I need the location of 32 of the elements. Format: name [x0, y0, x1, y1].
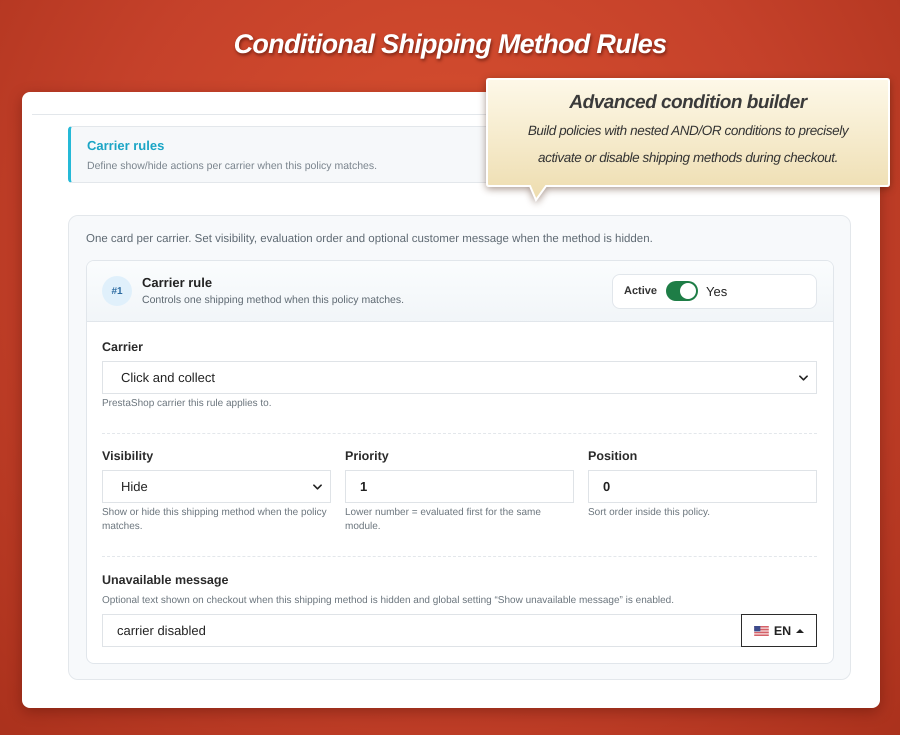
- caret-up-icon: [796, 628, 804, 632]
- field-label: Priority: [345, 448, 390, 465]
- help-text: Sort order inside this policy.: [588, 506, 712, 520]
- help-text: Lower number = evaluated first for the same module.: [345, 506, 542, 534]
- callout-text: Build policies with nested AND/OR conditions to precisely activate or disable shipping methods during checkout.: [526, 122, 850, 167]
- active-label: Active: [624, 285, 658, 297]
- toggle-switch[interactable]: [666, 281, 698, 301]
- input-field[interactable]: 1: [345, 470, 574, 503]
- section-subtitle: Define show/hide actions per carrier when this policy matches.: [87, 159, 378, 173]
- rule-title: Carrier rule: [142, 275, 214, 291]
- field-label: Position: [588, 448, 638, 465]
- message-input[interactable]: carrier disabled: [102, 614, 741, 647]
- chevron-down-icon: [313, 484, 322, 490]
- intro-text: One card per carrier. Set visibility, evaluation order and optional customer message when the method is hidden.: [86, 232, 654, 247]
- toggle-value: Yes: [706, 284, 728, 298]
- select-field[interactable]: Hide: [102, 470, 331, 503]
- flag-icon: [754, 626, 769, 636]
- help-text: Show or hide this shipping method when the policy matches.: [102, 506, 328, 534]
- field-label: Carrier: [102, 339, 144, 356]
- help-text: PrestaShop carrier this rule applies to.: [102, 397, 273, 411]
- field-label: Unavailable message: [102, 572, 230, 589]
- help-text: Optional text shown on checkout when this shipping method is hidden and global setting “Show unavailable message” is enabled.: [102, 594, 676, 608]
- input-field[interactable]: 0: [588, 470, 817, 503]
- rule-number-badge: #1: [102, 276, 132, 306]
- section-title: Carrier rules: [87, 138, 166, 154]
- chevron-down-icon: [799, 374, 808, 380]
- banner-title: Conditional Shipping Method Rules: [234, 28, 666, 61]
- field-label: Visibility: [102, 448, 154, 465]
- rule-subtitle: Controls one shipping method when this policy matches.: [142, 293, 406, 307]
- select-field[interactable]: Click and collect: [102, 361, 817, 394]
- callout-title: Advanced condition builder: [568, 91, 809, 115]
- language-button[interactable]: EN: [741, 614, 817, 647]
